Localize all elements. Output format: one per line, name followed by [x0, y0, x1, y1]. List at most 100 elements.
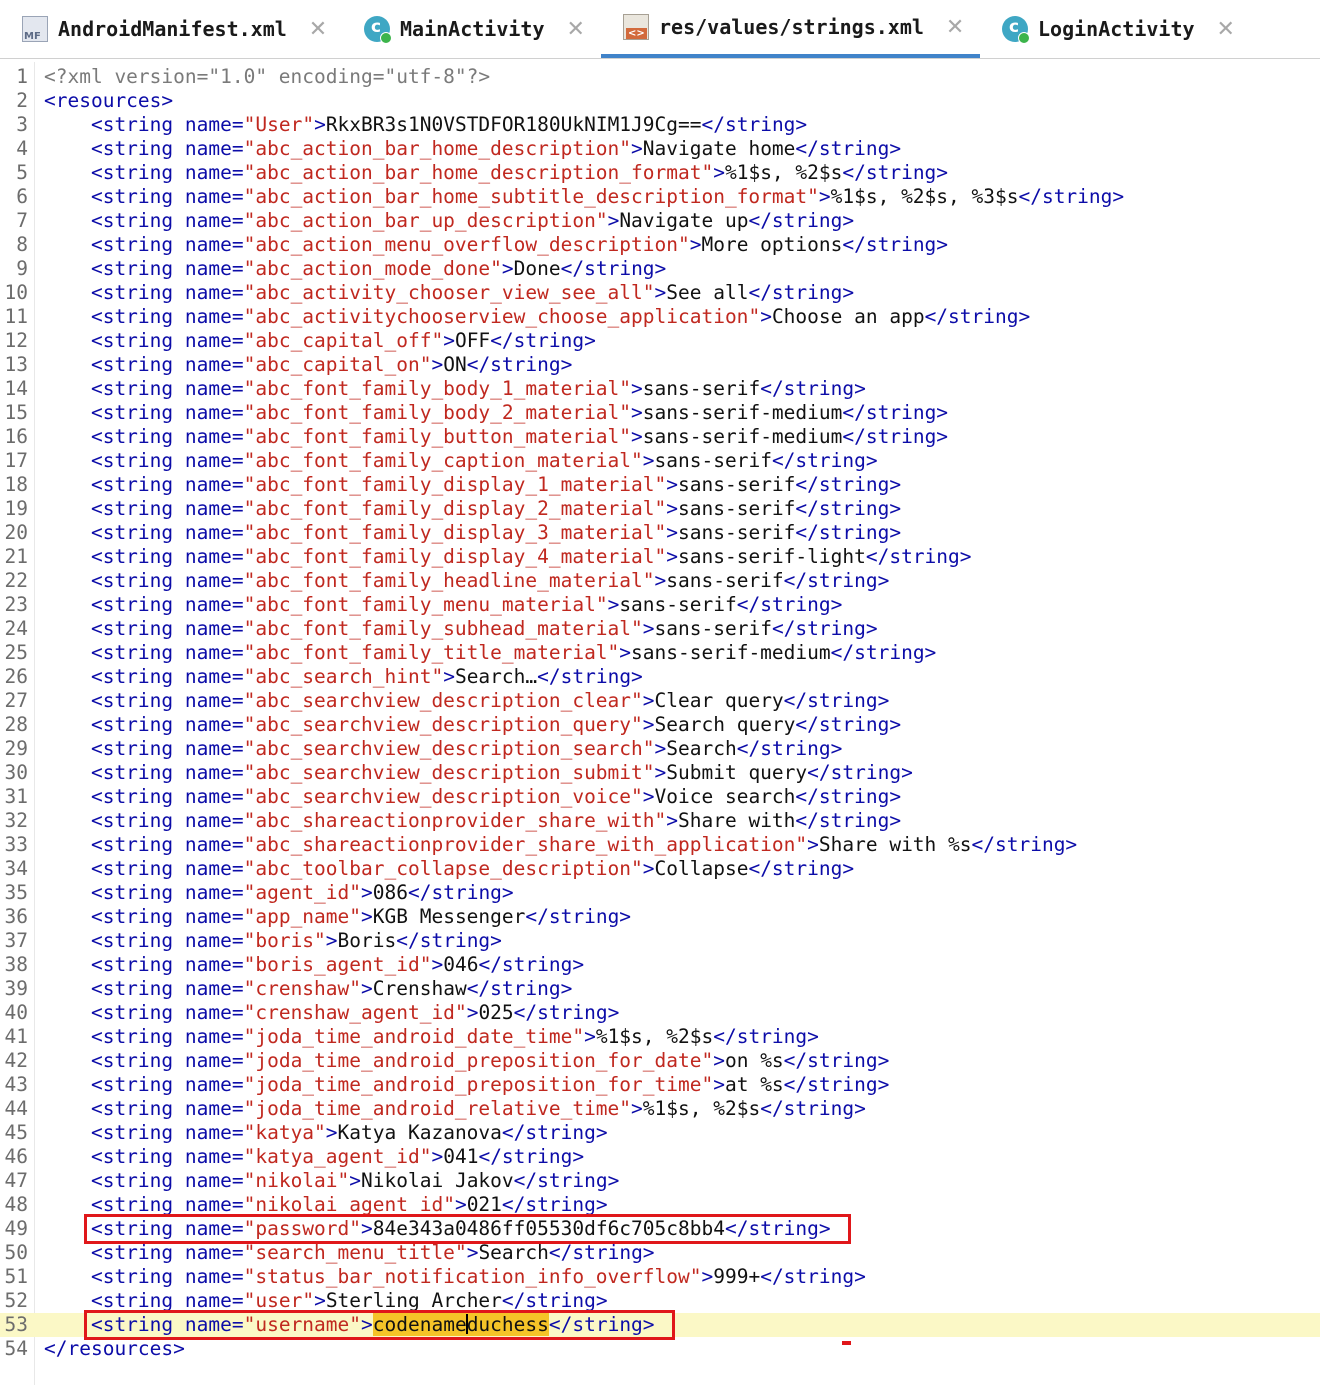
quote: " — [243, 593, 256, 616]
tag-bracket: > — [689, 233, 702, 256]
quote: " — [807, 185, 819, 208]
line-number: 29 — [4, 737, 28, 760]
code-line: 35 <string name="agent_id">086</string> — [0, 881, 1320, 905]
string-close-tag: </string> — [501, 1289, 608, 1312]
tag-bracket: > — [631, 425, 643, 448]
line-number: 10 — [4, 281, 28, 304]
manifest-file-icon — [22, 16, 48, 42]
name-attribute: name= — [184, 737, 244, 760]
string-open-tag: <string — [44, 785, 185, 808]
string-value: Share with %s — [818, 833, 972, 856]
tab-android-manifest[interactable]: AndroidManifest.xml ✕ — [22, 0, 327, 58]
close-icon[interactable]: ✕ — [1217, 17, 1235, 42]
class-icon — [364, 16, 392, 44]
line-content: <string name="joda_time_android_relative… — [44, 1097, 866, 1121]
name-attribute: name= — [184, 713, 244, 736]
name-attribute: name= — [184, 185, 244, 208]
resources-open-tag: <resources> — [44, 89, 174, 112]
line-number: 35 — [4, 881, 28, 904]
string-open-tag: <string — [44, 569, 185, 592]
code-line: 37 <string name="boris">Boris</string> — [0, 929, 1320, 953]
code-line: 30 <string name="abc_searchview_descript… — [0, 761, 1320, 785]
string-name: abc_toolbar_collapse_description — [255, 857, 632, 880]
quote: " — [243, 209, 256, 232]
quote: " — [243, 137, 256, 160]
tag-bracket: > — [431, 1145, 444, 1168]
string-close-tag: </string> — [490, 329, 596, 352]
tag-bracket: > — [713, 161, 725, 184]
name-attribute: name= — [184, 257, 244, 280]
string-close-tag: </string> — [795, 521, 902, 544]
string-close-tag: </string> — [466, 353, 573, 376]
close-icon[interactable]: ✕ — [946, 15, 964, 40]
line-number: 41 — [4, 1025, 28, 1048]
string-value: sans-serif — [654, 449, 772, 472]
string-name: abc_activity_chooser_view_see_all — [255, 281, 643, 304]
quote: " — [243, 233, 256, 256]
string-name: abc_action_bar_home_description — [255, 137, 620, 160]
code-line: 17 <string name="abc_font_family_caption… — [0, 449, 1320, 473]
string-value: Sterling Archer — [325, 1289, 502, 1312]
string-open-tag: <string — [44, 305, 185, 328]
string-name: abc_action_bar_up_description — [255, 209, 596, 232]
line-content: <string name="nikolai">Nikolai Jakov</st… — [44, 1169, 619, 1193]
string-name: boris_agent_id — [255, 953, 420, 976]
name-attribute: name= — [184, 1049, 244, 1072]
string-name: abc_searchview_description_query — [255, 713, 632, 736]
string-open-tag: <string — [44, 329, 185, 352]
quote: " — [642, 737, 655, 760]
quote: " — [595, 209, 608, 232]
name-attribute: name= — [184, 569, 244, 592]
quote: " — [243, 857, 256, 880]
line-content: <string name="joda_time_android_preposit… — [44, 1049, 889, 1073]
quote: " — [654, 545, 667, 568]
close-icon[interactable]: ✕ — [567, 17, 585, 42]
string-name: abc_action_menu_overflow_description — [255, 233, 678, 256]
string-close-tag: </string> — [501, 1193, 608, 1216]
line-number: 46 — [4, 1145, 28, 1168]
line-content: <string name="crenshaw">Crenshaw</string… — [44, 977, 572, 1001]
line-content: <string name="abc_searchview_description… — [44, 689, 889, 713]
quote: " — [243, 713, 256, 736]
quote: " — [654, 521, 667, 544]
string-name: joda_time_android_preposition_for_date — [255, 1049, 702, 1072]
line-number: 5 — [16, 161, 28, 184]
string-close-tag: </string> — [396, 929, 502, 952]
string-close-tag: </string> — [842, 401, 949, 424]
tab-main-activity[interactable]: MainActivity ✕ — [364, 0, 585, 58]
tag-bracket: > — [431, 353, 444, 376]
quote: " — [631, 449, 643, 472]
line-number: 18 — [4, 473, 28, 496]
string-value: Collapse — [654, 857, 749, 880]
line-content: <string name="abc_searchview_description… — [44, 713, 901, 737]
string-open-tag: <string — [44, 161, 185, 184]
string-value: More options — [701, 233, 843, 256]
code-editor[interactable]: 1 <?xml version="1.0" encoding="utf-8"?> 2… — [0, 62, 1320, 1385]
tag-bracket: > — [666, 473, 679, 496]
close-icon[interactable]: ✕ — [309, 17, 327, 42]
quote: " — [748, 305, 761, 328]
resources-close-tag: </resources> — [44, 1337, 185, 1360]
string-value: Share with — [678, 809, 796, 832]
name-attribute: name= — [184, 521, 244, 544]
string-open-tag: <string — [44, 1025, 185, 1048]
tab-login-activity[interactable]: LoginActivity ✕ — [1002, 0, 1235, 58]
quote: " — [243, 1121, 256, 1144]
string-open-tag: <string — [44, 185, 185, 208]
line-content: <resources> — [44, 89, 173, 113]
quote: " — [243, 809, 256, 832]
tab-label: AndroidManifest.xml — [58, 17, 287, 41]
code-line: 43 <string name="joda_time_android_prepo… — [0, 1073, 1320, 1097]
string-name: abc_searchview_description_submit — [255, 761, 643, 784]
tag-bracket: > — [666, 497, 679, 520]
quote: " — [243, 113, 256, 136]
line-content: <string name="abc_searchview_description… — [44, 761, 913, 785]
tab-strings-xml[interactable]: res/values/strings.xml ✕ — [601, 0, 980, 58]
string-open-tag: <string — [44, 281, 185, 304]
string-open-tag: <string — [44, 929, 185, 952]
string-close-tag: </string> — [478, 1145, 585, 1168]
name-attribute: name= — [184, 665, 244, 688]
line-number: 6 — [16, 185, 28, 208]
quote: " — [431, 329, 444, 352]
tag-bracket: > — [631, 401, 643, 424]
